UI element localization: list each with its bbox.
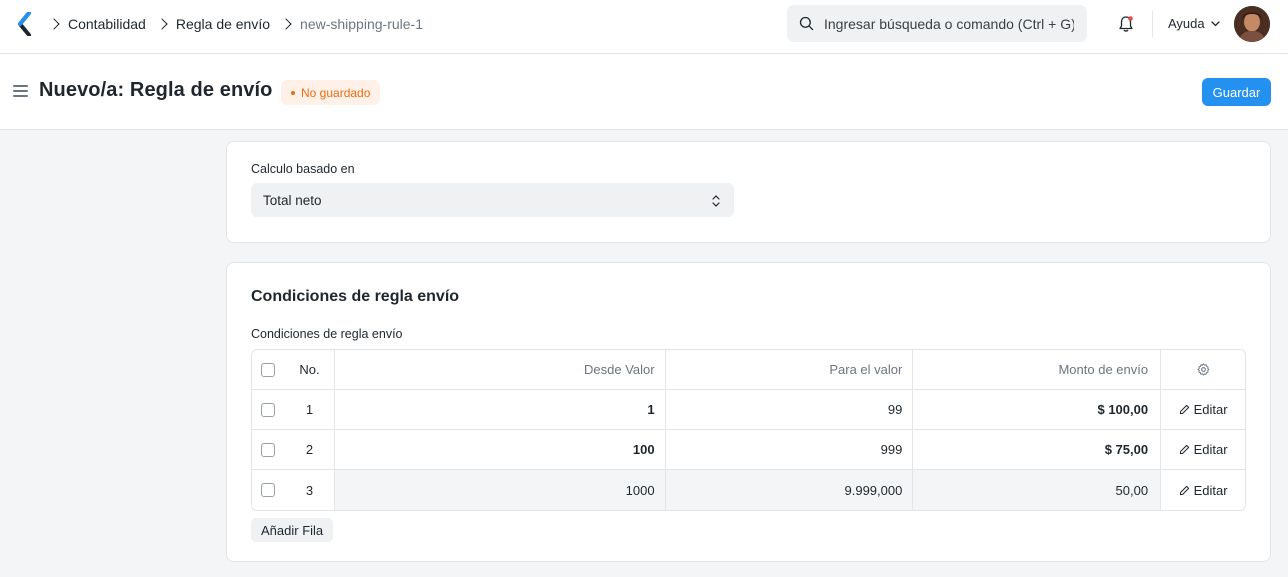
edit-row-button[interactable]: Editar (1179, 442, 1228, 457)
app-logo-icon[interactable] (16, 12, 34, 36)
row-number: 2 (285, 430, 335, 469)
chevron-right-icon (280, 18, 292, 30)
breadcrumb-current[interactable]: new-shipping-rule-1 (300, 16, 423, 32)
calculation-select[interactable]: Total neto (251, 183, 734, 217)
row-checkbox[interactable] (261, 483, 276, 497)
calculation-label: Calculo basado en (251, 162, 355, 176)
breadcrumb-shipping-rule[interactable]: Regla de envío (176, 16, 270, 32)
save-button[interactable]: Guardar (1202, 78, 1271, 106)
row-number: 3 (285, 470, 335, 510)
table-row[interactable]: 3 1000 9.999,000 50,00 Editar (252, 470, 1245, 510)
conditions-card: Condiciones de regla envío Condiciones d… (226, 262, 1271, 562)
gear-icon[interactable] (1197, 363, 1210, 376)
notification-bell-icon[interactable] (1117, 15, 1135, 33)
pencil-icon (1179, 444, 1189, 455)
breadcrumb-contabilidad[interactable]: Contabilidad (68, 16, 146, 32)
chevron-right-icon (48, 18, 60, 30)
to-value-cell[interactable]: 999 (666, 430, 914, 469)
calculation-card: Calculo basado en Total neto (226, 141, 1271, 243)
column-header-no: No. (285, 350, 335, 389)
to-value-cell[interactable]: 99 (666, 390, 914, 429)
table-label: Condiciones de regla envío (251, 327, 403, 341)
page-title: Nuevo/a: Regla de envío (39, 79, 273, 101)
pencil-icon (1179, 404, 1189, 415)
edit-label: Editar (1193, 442, 1228, 457)
sidebar-toggle-icon[interactable] (13, 85, 28, 97)
top-navbar: Contabilidad Regla de envío new-shipping… (0, 0, 1288, 54)
page-header: Nuevo/a: Regla de envío No guardado Guar… (0, 54, 1288, 130)
shipping-amount-cell[interactable]: $ 75,00 (913, 430, 1162, 469)
from-value-cell[interactable]: 100 (335, 430, 666, 469)
status-badge: No guardado (281, 80, 381, 105)
shipping-amount-cell[interactable]: $ 100,00 (913, 390, 1162, 429)
calculation-select-value: Total neto (263, 192, 322, 208)
edit-label: Editar (1193, 402, 1228, 417)
edit-row-button[interactable]: Editar (1179, 402, 1228, 417)
table-row[interactable]: 2 100 999 $ 75,00 Editar (252, 430, 1245, 470)
add-row-button[interactable]: Añadir Fila (251, 518, 334, 542)
row-number: 1 (285, 390, 335, 429)
user-avatar[interactable] (1234, 6, 1270, 42)
chevron-down-icon (1210, 20, 1220, 26)
column-header-to: Para el valor (666, 350, 914, 389)
chevron-right-icon (156, 18, 168, 30)
table-row[interactable]: 1 1 99 $ 100,00 Editar (252, 390, 1245, 430)
shipping-amount-input[interactable]: 50,00 (913, 470, 1162, 510)
to-value-input[interactable]: 9.999,000 (665, 470, 914, 510)
breadcrumb: Contabilidad Regla de envío new-shipping… (48, 0, 423, 48)
section-title: Condiciones de regla envío (251, 288, 460, 305)
row-checkbox[interactable] (261, 402, 276, 417)
help-label: Ayuda (1168, 16, 1205, 31)
column-header-amount: Monto de envío (913, 350, 1162, 389)
column-header-from: Desde Valor (335, 350, 666, 389)
search-input[interactable] (824, 15, 1074, 32)
conditions-table: No. Desde Valor Para el valor Monto de e… (251, 349, 1246, 511)
table-header-row: No. Desde Valor Para el valor Monto de e… (252, 350, 1245, 390)
from-value-input[interactable]: 1000 (334, 470, 666, 510)
navbar-divider (1152, 11, 1153, 37)
select-arrows-icon (712, 195, 720, 207)
edit-row-button[interactable]: Editar (1179, 483, 1228, 498)
user-avatar-image (1234, 6, 1270, 42)
search-icon (799, 16, 814, 31)
from-value-cell[interactable]: 1 (335, 390, 666, 429)
search-bar[interactable] (787, 5, 1087, 42)
row-checkbox[interactable] (261, 442, 276, 457)
edit-label: Editar (1193, 482, 1228, 498)
select-all-checkbox[interactable] (261, 362, 276, 377)
pencil-icon (1179, 485, 1189, 495)
help-dropdown[interactable]: Ayuda (1168, 16, 1220, 31)
